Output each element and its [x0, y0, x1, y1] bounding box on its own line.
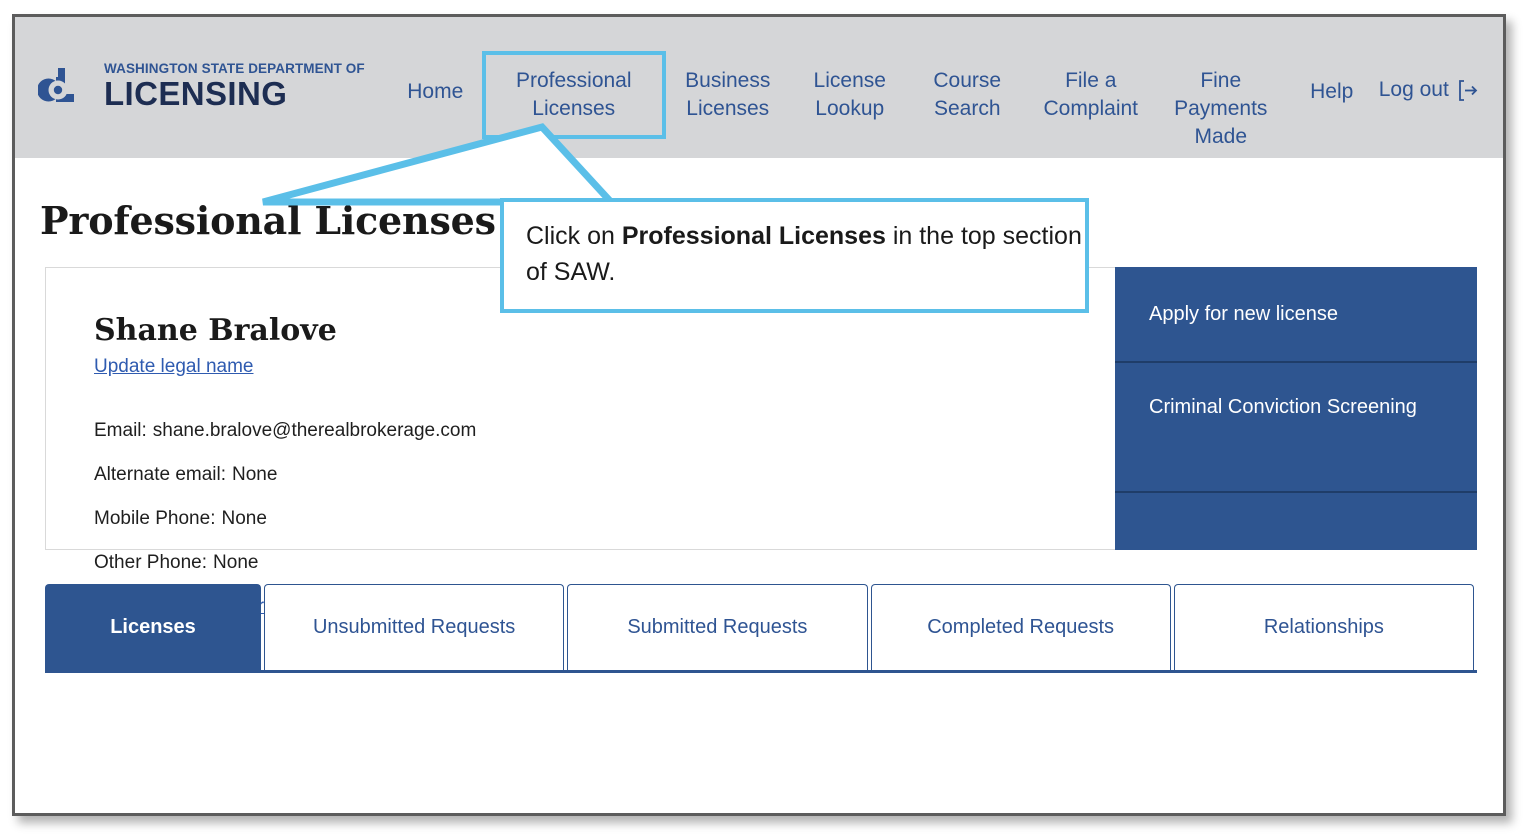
site-header: WASHINGTON STATE DEPARTMENT OF LICENSING…: [15, 17, 1503, 158]
screenshot-root: WASHINGTON STATE DEPARTMENT OF LICENSING…: [0, 0, 1526, 836]
main-nav: Home Professional Licenses Business Lice…: [389, 51, 1379, 167]
dol-monogram-icon: [37, 67, 94, 104]
contact-value: None: [221, 508, 267, 529]
tab-completed-requests[interactable]: Completed Requests: [870, 584, 1171, 670]
side-action-panel: Apply for new license Criminal Convictio…: [1115, 267, 1477, 550]
dol-logo[interactable]: WASHINGTON STATE DEPARTMENT OF LICENSING: [37, 61, 365, 112]
nav-item-license-lookup[interactable]: License Lookup: [790, 51, 910, 139]
callout-text-bold: Professional Licenses: [621, 222, 886, 250]
nav-item-professional-licenses[interactable]: Professional Licenses: [481, 51, 666, 139]
side-item-apply-for-new-license[interactable]: Apply for new license: [1115, 267, 1477, 363]
callout-text: Click on Professional Licenses in the to…: [526, 219, 1085, 290]
logout-label: Log out: [1378, 78, 1449, 101]
tab-licenses[interactable]: Licenses: [45, 584, 261, 670]
contact-value: shane.bralove@therealbrokerage.com: [152, 420, 477, 441]
tab-relationships[interactable]: Relationships: [1173, 584, 1474, 670]
nav-item-course-search[interactable]: Course Search: [910, 51, 1025, 139]
contact-label: Email:: [94, 420, 147, 441]
contact-row-mobile-phone: Mobile Phone: None: [94, 508, 1115, 530]
logo-line-2: LICENSING: [104, 75, 288, 112]
contact-row-email: Email: shane.bralove@therealbrokerage.com: [94, 420, 1115, 442]
nav-item-fine-payments-made[interactable]: Fine Payments Made: [1157, 51, 1285, 167]
contact-label: Alternate email:: [94, 464, 227, 485]
callout-tooltip: Click on Professional Licenses in the to…: [500, 198, 1089, 313]
side-item-criminal-conviction-screening[interactable]: Criminal Conviction Screening: [1115, 363, 1477, 493]
tab-submitted-requests[interactable]: Submitted Requests: [567, 584, 868, 670]
tab-bar: Licenses Unsubmitted Requests Submitted …: [45, 584, 1477, 673]
side-panel-filler: [1115, 493, 1477, 550]
nav-item-home[interactable]: Home: [389, 51, 482, 122]
contact-row-alternate-email: Alternate email: None: [94, 464, 1115, 486]
nav-item-help[interactable]: Help: [1285, 51, 1379, 122]
contact-label: Mobile Phone:: [94, 508, 216, 529]
browser-frame: WASHINGTON STATE DEPARTMENT OF LICENSING…: [12, 14, 1506, 816]
logout-button[interactable]: Log out: [1379, 51, 1478, 102]
contact-row-other-phone: Other Phone: None: [94, 552, 1115, 574]
logout-arrow-icon: [1458, 79, 1478, 101]
person-name: Shane Bralove: [94, 313, 337, 348]
update-legal-name-link[interactable]: Update legal name: [94, 356, 254, 378]
tab-unsubmitted-requests[interactable]: Unsubmitted Requests: [264, 584, 565, 670]
callout-text-before: Click on: [526, 222, 622, 250]
contact-label: Other Phone:: [94, 552, 208, 573]
logo-line-1: WASHINGTON STATE DEPARTMENT OF: [104, 61, 365, 76]
contact-value: None: [232, 464, 278, 485]
contact-value: None: [213, 552, 259, 573]
nav-item-file-a-complaint[interactable]: File a Complaint: [1025, 51, 1157, 139]
nav-item-business-licenses[interactable]: Business Licenses: [666, 51, 790, 139]
